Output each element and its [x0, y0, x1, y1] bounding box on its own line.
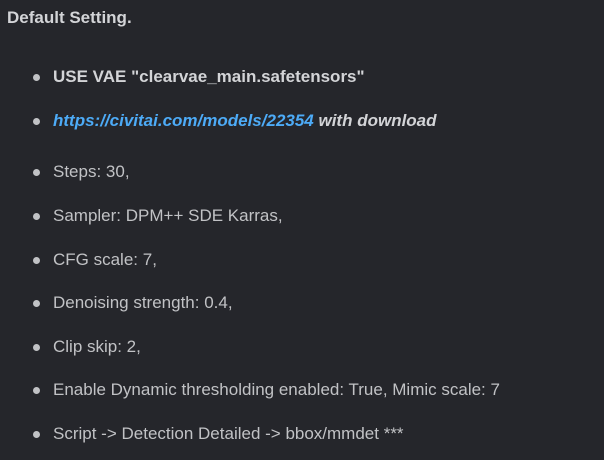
- dynamic-thresholding-setting: Enable Dynamic thresholding enabled: Tru…: [53, 380, 500, 399]
- download-suffix: with download: [313, 111, 437, 130]
- sampler-setting: Sampler: DPM++ SDE Karras,: [53, 206, 283, 225]
- denoising-setting: Denoising strength: 0.4,: [53, 293, 233, 312]
- bullet-icon: [33, 387, 40, 394]
- settings-heading: Default Setting.: [7, 8, 132, 27]
- download-line: https://civitai.com/models/22354 with do…: [53, 110, 437, 132]
- bullet-icon: [33, 257, 40, 264]
- vae-setting: USE VAE "clearvae_main.safetensors": [53, 67, 365, 86]
- clip-skip-setting: Clip skip: 2,: [53, 337, 141, 356]
- bullet-icon: [33, 118, 40, 125]
- bullet-icon: [33, 344, 40, 351]
- steps-setting: Steps: 30,: [53, 162, 130, 181]
- cfg-setting: CFG scale: 7,: [53, 250, 157, 269]
- bullet-icon: [33, 169, 40, 176]
- script-setting: Script -> Detection Detailed -> bbox/mmd…: [53, 424, 404, 443]
- bullet-icon: [33, 74, 40, 81]
- bullet-icon: [33, 213, 40, 220]
- bullet-icon: [33, 431, 40, 438]
- bullet-icon: [33, 300, 40, 307]
- civitai-model-link[interactable]: https://civitai.com/models/22354: [53, 111, 314, 130]
